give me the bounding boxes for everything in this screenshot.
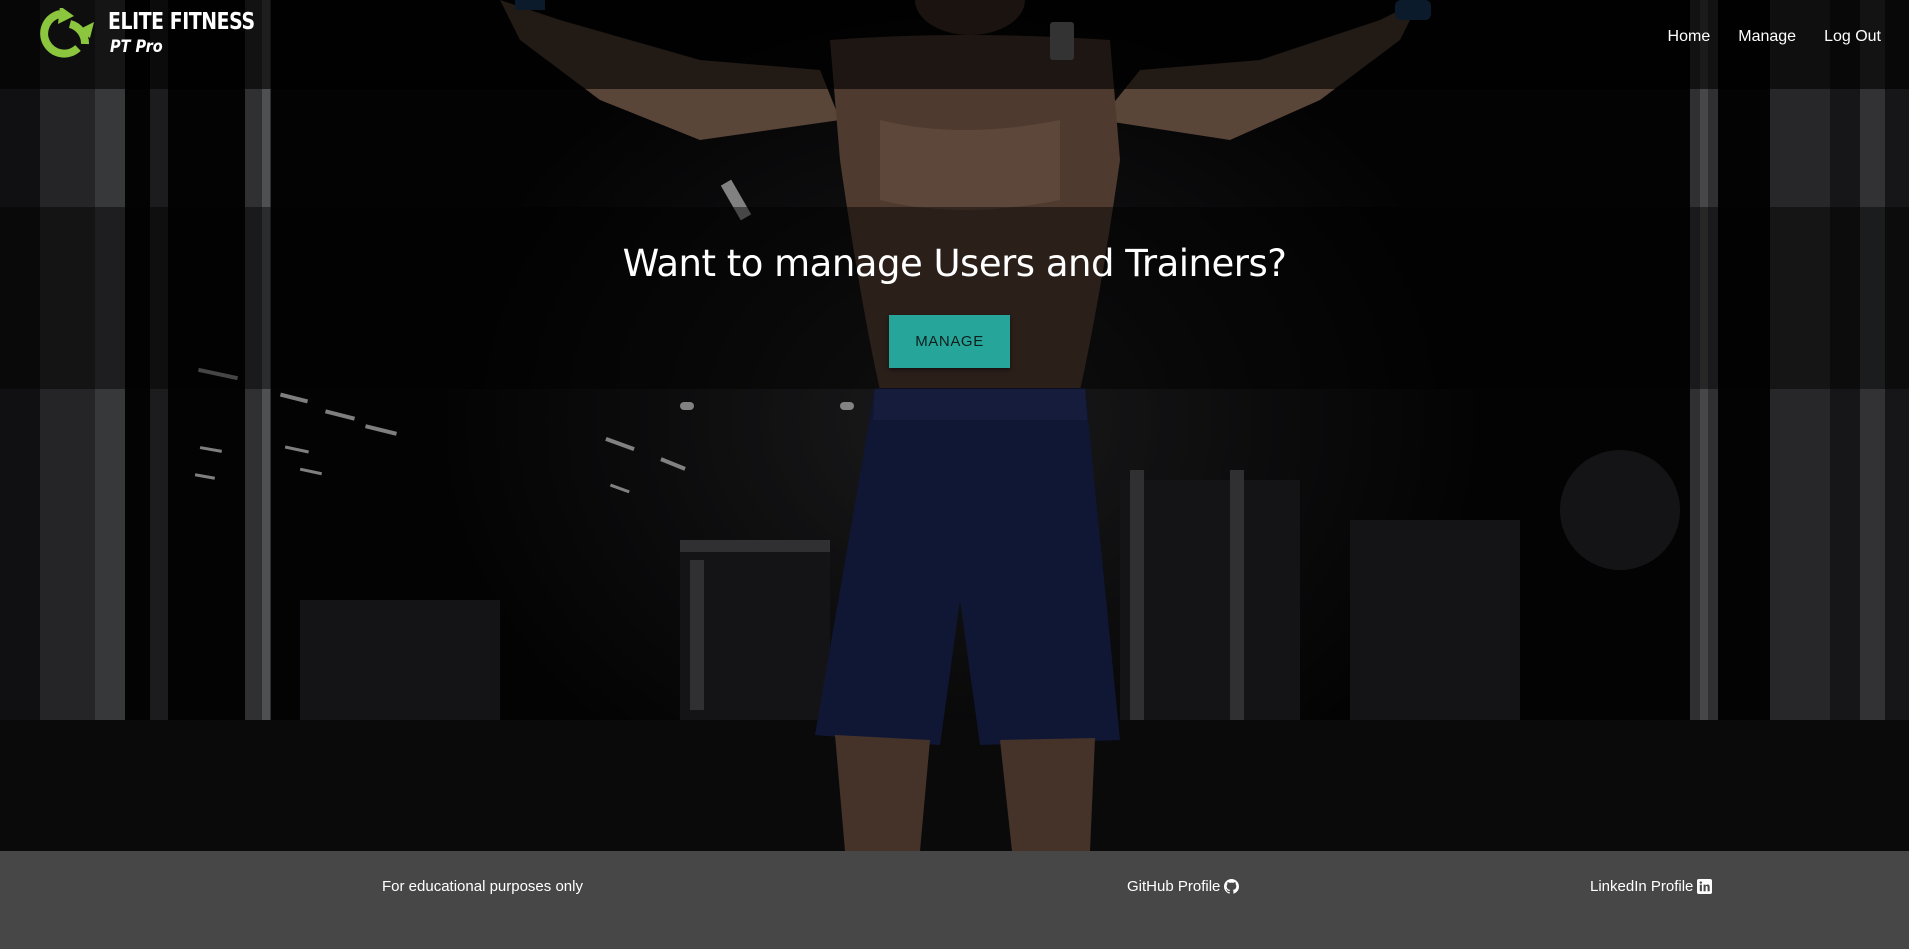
page: ELITE FITNESS PT Pro Home Manage Log Out… bbox=[0, 0, 1909, 949]
top-navbar: ELITE FITNESS PT Pro Home Manage Log Out bbox=[0, 0, 1909, 89]
brand-logo-link[interactable]: ELITE FITNESS PT Pro bbox=[30, 8, 287, 68]
github-icon bbox=[1224, 879, 1240, 894]
footer-disclaimer: For educational purposes only bbox=[382, 878, 583, 895]
hero-background-image bbox=[0, 0, 1909, 851]
brand-subtitle: PT Pro bbox=[110, 37, 163, 57]
brand-name: ELITE FITNESS bbox=[108, 9, 255, 35]
footer: For educational purposes only GitHub Pro… bbox=[0, 851, 1909, 949]
github-profile-link[interactable]: GitHub Profile bbox=[1127, 878, 1240, 895]
gym-scene-illustration bbox=[0, 0, 1909, 851]
nav-link-manage[interactable]: Manage bbox=[1724, 26, 1810, 48]
linkedin-icon bbox=[1697, 879, 1713, 894]
nav-link-home[interactable]: Home bbox=[1654, 26, 1725, 48]
nav-links: Home Manage Log Out bbox=[1654, 26, 1895, 48]
hero-title: Want to manage Users and Trainers? bbox=[622, 242, 1287, 285]
nav-link-log-out[interactable]: Log Out bbox=[1810, 26, 1895, 48]
brand-text: ELITE FITNESS PT Pro bbox=[108, 8, 287, 58]
manage-button[interactable]: MANAGE bbox=[889, 315, 1010, 368]
linkedin-profile-label: LinkedIn Profile bbox=[1590, 878, 1694, 895]
linkedin-profile-link[interactable]: LinkedIn Profile bbox=[1590, 878, 1713, 895]
github-profile-label: GitHub Profile bbox=[1127, 878, 1221, 895]
recycle-arrows-logo-icon bbox=[40, 8, 94, 58]
